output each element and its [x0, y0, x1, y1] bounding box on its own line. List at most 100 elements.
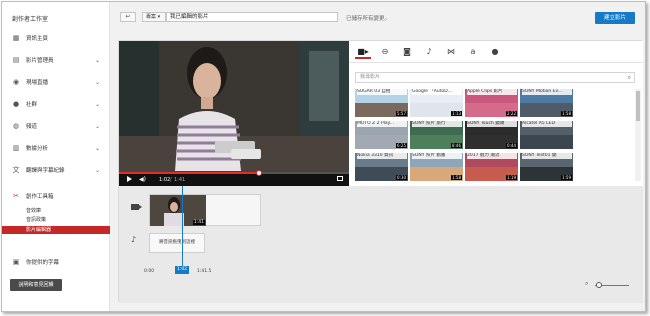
sidebar-item-create[interactable]: ✂ 創作工具箱 [2, 188, 110, 204]
sidebar-item-analytics[interactable]: ▥ 數據分析 ⌄ [2, 140, 110, 156]
sidebar: 創作者工作室 ▦ 資訊主頁 ▤ 影片管理員 ⌄ ◉ 現場直播 ⌄ ● 社群 ⌄ … [2, 2, 110, 311]
analytics-icon: ▥ [12, 144, 20, 152]
sidebar-item-label: 創作工具箱 [26, 194, 54, 200]
video-thumbnail[interactable]: 1:13 [410, 103, 463, 117]
zoom-control[interactable]: ⌕ [585, 280, 631, 289]
video-thumbnail[interactable]: Google 「AutoD... [410, 89, 463, 103]
thumbnail-duration: 1:59 [561, 175, 572, 180]
channel-icon: ◍ [12, 122, 20, 130]
video-manager-icon: ▤ [12, 56, 20, 64]
sidebar-item-contributed-subtitles[interactable]: ▣ 你提供的字幕 [2, 254, 110, 270]
video-thumbnail[interactable]: 1:19 [465, 167, 518, 181]
live-icon: ◉ [12, 78, 20, 86]
video-thumbnail[interactable]: 2017 魅力 潮流 [465, 153, 518, 167]
video-thumbnail[interactable]: 1:58 [520, 103, 573, 117]
sidebar-item-live[interactable]: ◉ 現場直播 ⌄ [2, 74, 110, 90]
video-thumbnail[interactable]: Nokia 3310 資訊 [355, 153, 408, 167]
video-thumbnail[interactable]: SONY Motion Ev... [520, 89, 573, 103]
video-thumbnail[interactable] [520, 135, 573, 149]
thumbnail-duration: 0:44 [506, 143, 517, 148]
tab-photos[interactable]: ◙ [399, 45, 415, 59]
sidebar-subitem-audio-library[interactable]: 音效庫 [2, 207, 110, 215]
sidebar-item-label: 你提供的字幕 [26, 260, 60, 266]
sidebar-subitem-video-editor[interactable]: 影片編輯器 [2, 226, 110, 234]
photo-icon: ◙ [403, 47, 411, 56]
media-scrollbar[interactable] [635, 89, 641, 181]
video-thumbnail[interactable]: SONY 照片 旅行 [410, 121, 463, 135]
video-thumbnail[interactable]: SONY Touch 鏡頭 [465, 121, 518, 135]
chevron-down-icon: ⌄ [94, 166, 100, 174]
thumbnail-title: 2017 魅力 潮流 [467, 153, 517, 159]
thumbnail-title: Apple Clips 影片 [467, 89, 517, 95]
sidebar-item-label: 資訊主頁 [26, 36, 49, 42]
video-thumbnail[interactable]: 0:30 [355, 167, 408, 181]
sidebar-item-video-manager[interactable]: ▤ 影片管理員 ⌄ [2, 52, 110, 68]
media-search-input[interactable]: 我尋影片 ⌕ [355, 72, 635, 83]
thumbnail-title: SONY 照片 旅行 [412, 121, 462, 127]
thumbnail-title: SONY Motion Ev... [522, 89, 572, 95]
video-thumbnail[interactable]: 0:44 [465, 135, 518, 149]
timeline-clip[interactable]: 1:41 [150, 195, 206, 226]
tab-transitions[interactable]: ⋈ [443, 45, 459, 59]
total-time: 1:41 [174, 177, 186, 183]
video-thumbnail[interactable]: 6:25 [355, 135, 408, 149]
video-track[interactable]: 1:41 [149, 194, 261, 226]
video-thumbnail[interactable]: MOTO Z 2 Play... [355, 121, 408, 135]
thumbnail-title: SONY Test01 變 [522, 153, 572, 159]
video-thumbnail[interactable]: 8:46 [410, 135, 463, 149]
save-status: 已儲存所有變更。 [346, 16, 391, 22]
zoom-slider-knob[interactable] [596, 282, 602, 288]
thumbnail-duration: 2:22 [506, 111, 517, 116]
thumbnail-title: SONY Touch 鏡頭 [467, 121, 517, 127]
video-thumbnail[interactable]: Apple Clips 影片 [465, 89, 518, 103]
video-thumbnail[interactable]: 1:58 [410, 167, 463, 181]
video-thumbnail[interactable]: 5:57 [355, 103, 408, 117]
volume-icon[interactable]: ◀) [139, 176, 146, 183]
app-window: 創作者工作室 ▦ 資訊主頁 ▤ 影片管理員 ⌄ ◉ 現場直播 ⌄ ● 社群 ⌄ … [1, 1, 646, 312]
video-thumbnail[interactable]: SONY Test01 變 [520, 153, 573, 167]
sidebar-item-label: 翻譯與字幕紀錄 [26, 168, 65, 174]
undo-button[interactable]: ↩ [120, 12, 136, 22]
sidebar-item-translations[interactable]: 文 翻譯與字幕紀錄 ⌄ [2, 162, 110, 178]
help-icon: ● [491, 47, 499, 56]
tab-audio[interactable]: ♪ [421, 45, 437, 59]
scrollbar-thumb[interactable] [636, 91, 640, 121]
video-thumbnail[interactable]: Alcatel A5 LED [520, 121, 573, 135]
video-thumbnail[interactable]: 1:59 [520, 167, 573, 181]
search-icon: ⌕ [627, 74, 631, 81]
sidebar-item-label: 現場直播 [26, 80, 49, 86]
video-thumbnail[interactable]: 2:22 [465, 103, 518, 117]
playhead-line[interactable] [182, 186, 183, 268]
dropdown-arrow-icon: ▾ [157, 14, 161, 20]
audio-track-dropzone[interactable]: 將音訊拖曳到這裡 [149, 233, 205, 253]
chevron-down-icon: ⌄ [94, 144, 100, 152]
sidebar-item-dashboard[interactable]: ▦ 資訊主頁 [2, 30, 110, 46]
tab-help[interactable]: ● [487, 45, 503, 59]
play-icon[interactable] [127, 176, 132, 182]
progress-knob[interactable] [256, 170, 263, 176]
sidebar-item-community[interactable]: ● 社群 ⌄ [2, 96, 110, 112]
video-thumbnail[interactable]: SUGAR 03 自拍 [355, 89, 408, 103]
music-icon: ♪ [426, 47, 432, 56]
player-controls: ◀) 1:02 / 1:41 [119, 170, 349, 186]
video-thumbnail[interactable]: SONY 照片 動畫 [410, 153, 463, 167]
sidebar-item-channel[interactable]: ◍ 頻道 ⌄ [2, 118, 110, 134]
progress-bar[interactable] [119, 170, 349, 176]
thumbnail-title: SONY 照片 動畫 [412, 153, 462, 159]
tab-videos[interactable]: ■▸ [355, 45, 371, 59]
project-title-input[interactable]: 我已編輯的影片 [166, 12, 338, 22]
playhead-time[interactable]: 1:02 [175, 266, 189, 274]
tab-cc[interactable]: ⊖ [377, 45, 393, 59]
create-video-button[interactable]: 建立影片 [595, 12, 635, 24]
thumbnail-title: MOTO Z 2 Play... [357, 121, 407, 127]
dashboard-icon: ▦ [12, 34, 20, 42]
cc-icon: ⊖ [381, 47, 389, 56]
fullscreen-icon[interactable] [337, 176, 343, 181]
video-preview[interactable]: ◀) 1:02 / 1:41 [119, 41, 349, 186]
tab-text[interactable]: a [465, 45, 481, 59]
feedback-button[interactable]: 說明和意見回饋 [10, 279, 62, 291]
sidebar-subitem-audio-policy[interactable]: 音訊政策 [2, 216, 110, 224]
clip-duration: 1:41 [192, 220, 205, 225]
visibility-select[interactable]: 專案 ▾ [142, 12, 166, 22]
sidebar-item-label: 社群 [26, 102, 38, 108]
